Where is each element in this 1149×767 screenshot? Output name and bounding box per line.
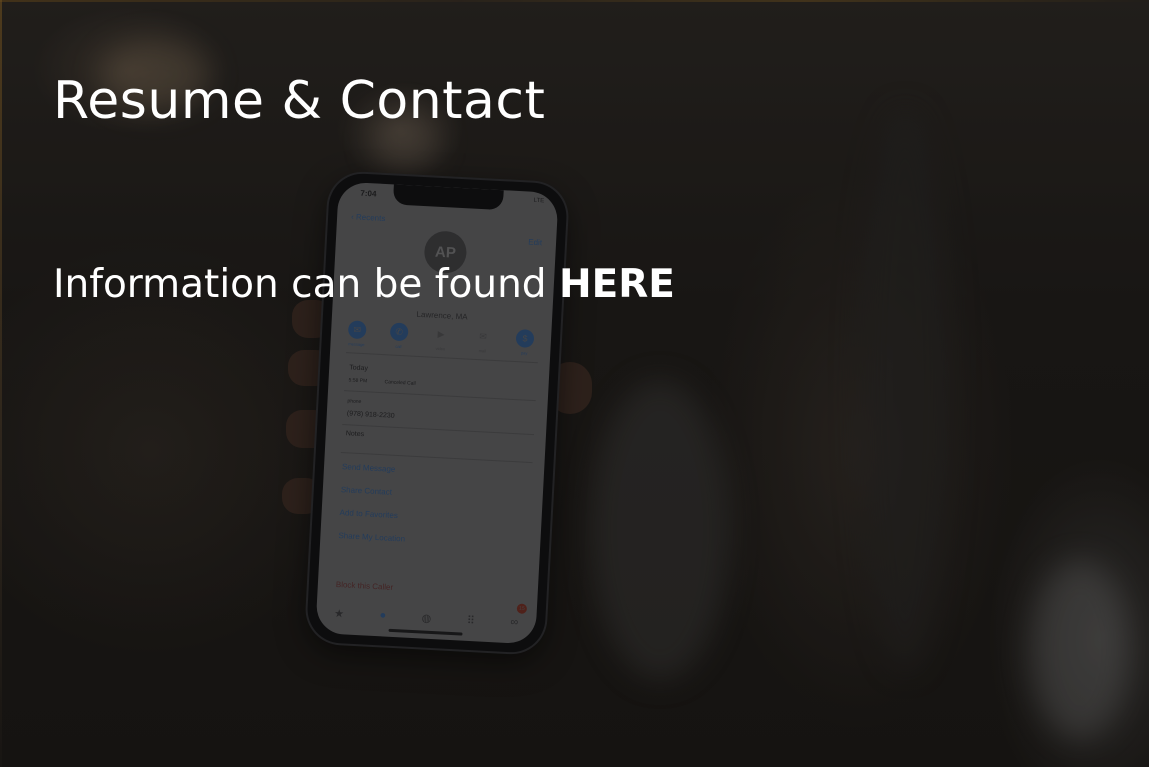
hero-banner: 7:04 LTE ‹ Recents Edit AP Lawrence, MA … <box>0 0 1149 767</box>
here-link[interactable]: HERE <box>559 262 675 307</box>
info-text: Information can be found <box>53 262 547 307</box>
page-title: Resume & Contact <box>53 71 546 131</box>
info-line: Information can be found HERE <box>53 262 675 309</box>
